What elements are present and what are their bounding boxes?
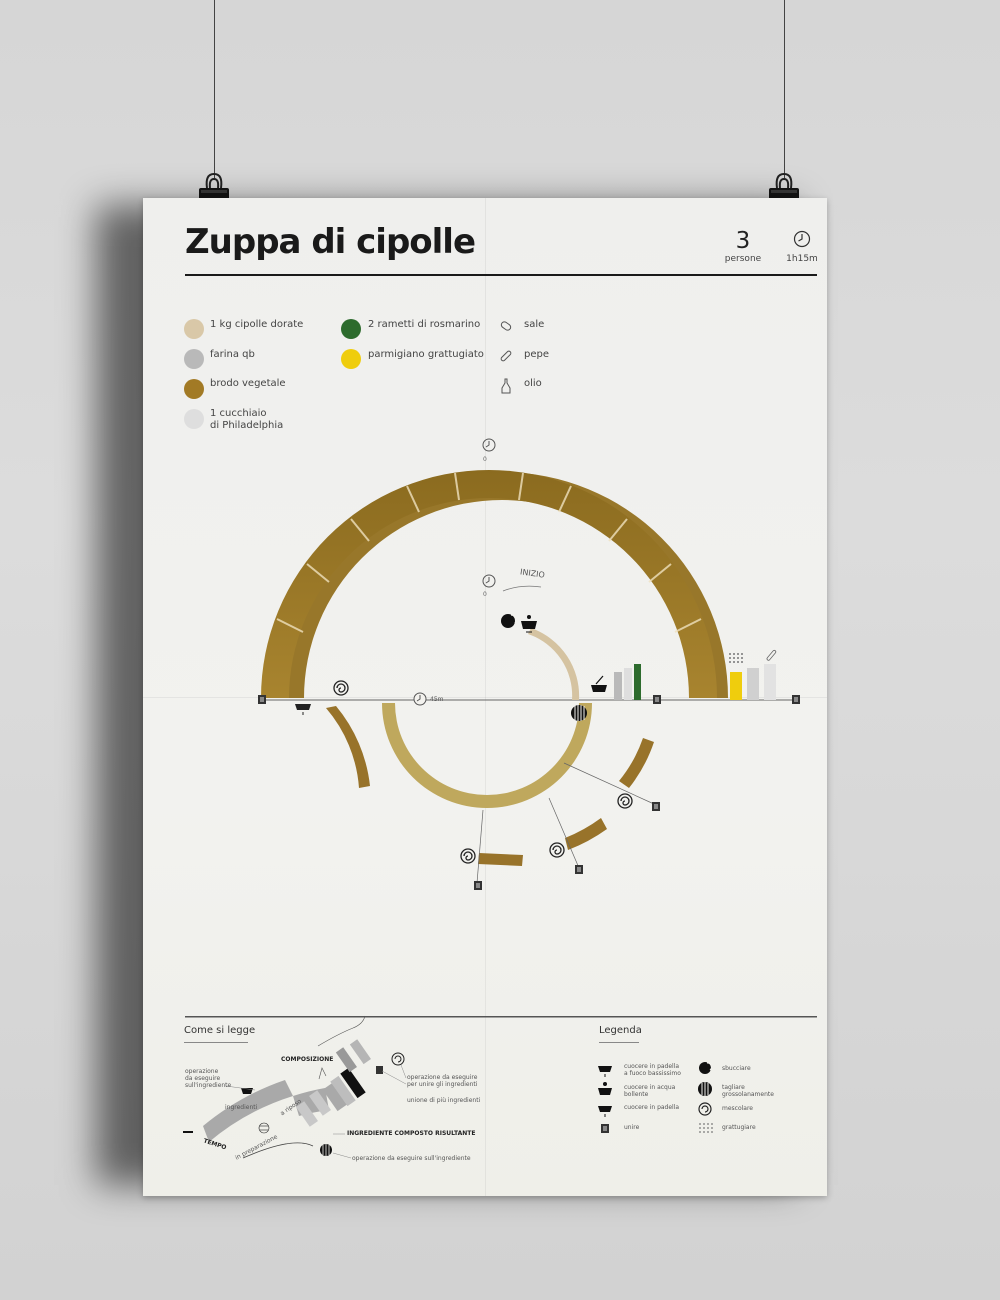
parmesan-bar — [730, 672, 742, 700]
join-icon — [575, 865, 583, 874]
stir-icon — [617, 793, 633, 809]
peel-icon — [501, 614, 517, 628]
stir-icon — [333, 680, 349, 696]
start-clock-icon — [482, 574, 496, 588]
join-icon — [653, 695, 661, 704]
recipe-timeline-diagram — [183, 438, 817, 1159]
how-to-read-underline — [184, 1042, 248, 1043]
join-icon — [474, 881, 482, 890]
legend-label: cuocere in padella — [624, 1104, 680, 1111]
soup-ring — [382, 703, 592, 808]
how-to-read-title: Come si legge — [184, 1025, 256, 1036]
legend-label: tagliare — [722, 1084, 745, 1091]
composition-label: COMPOSIZIONE — [281, 1056, 334, 1063]
flour-bar — [614, 672, 622, 700]
join-icon — [792, 695, 800, 704]
chop-icon — [698, 1082, 712, 1096]
legend-label: sbucciare — [722, 1065, 751, 1072]
stir-icon — [549, 842, 565, 858]
boiling-pot-icon — [598, 1082, 612, 1095]
mid-time-label: 45m — [430, 696, 444, 703]
join-icon — [601, 1124, 609, 1133]
peel-icon — [699, 1062, 712, 1074]
clock-icon-45m — [413, 692, 427, 706]
result-ingredient-label: INGREDIENTE COMPOSTO RISULTANTE — [347, 1130, 476, 1137]
grate-icon — [699, 1123, 713, 1133]
join-icon — [258, 695, 266, 704]
pepper-bar — [764, 664, 776, 700]
stir-icon — [698, 1102, 712, 1116]
top-clock-icon — [482, 438, 496, 452]
op-ingredient-bottom: operazione da eseguire sull'ingrediente — [352, 1155, 471, 1162]
legend-label: bollente — [624, 1091, 649, 1098]
inizio-arrow — [502, 585, 542, 592]
start-time-label: 0 — [483, 591, 487, 598]
union-label: unione di più ingredienti — [407, 1097, 481, 1104]
ingredients-label: ingredienti — [225, 1104, 258, 1111]
op-join-line2: per unire gli ingredienti — [407, 1081, 478, 1088]
legend-label: a fuoco bassissimo — [624, 1070, 681, 1077]
hanging-wire-right — [784, 0, 785, 178]
op-ingredient-line1: operazione — [185, 1068, 219, 1075]
legend-label: cuocere in acqua — [624, 1084, 676, 1091]
legend-title: Legenda — [599, 1025, 642, 1036]
footer-rule — [185, 1016, 817, 1018]
philadelphia-bar — [624, 668, 632, 700]
op-ingredient-line3: sull'ingrediente — [185, 1082, 232, 1089]
legend-label: grattugiare — [722, 1124, 756, 1131]
stir-icon — [460, 848, 476, 864]
onion-arc — [528, 628, 580, 700]
grate-icon — [729, 653, 743, 663]
salt-bar — [747, 668, 759, 700]
broth-small-arc-left — [326, 706, 370, 788]
rosemary-bar — [634, 664, 641, 700]
legend-label: cuocere in padella — [624, 1063, 680, 1070]
chop-icon — [571, 705, 587, 721]
hanging-wire-left — [214, 0, 215, 178]
pan-low-heat-icon — [295, 704, 311, 715]
pan-low-heat-icon — [598, 1066, 612, 1077]
top-time-label: 0 — [483, 456, 487, 463]
op-join-line1: operazione da eseguire — [407, 1074, 478, 1081]
broth-small-arc — [478, 853, 523, 866]
recipe-poster: Zuppa di cipolle 3 persone 1h15m 1 kg ci… — [143, 198, 827, 1196]
broth-small-arc — [565, 818, 607, 850]
broth-small-arc — [619, 738, 654, 788]
pan-icon — [591, 675, 607, 692]
legend-label: unire — [624, 1124, 640, 1131]
legend-underline — [599, 1042, 639, 1043]
legend-label: mescolare — [722, 1105, 754, 1112]
legend-label: grossolanamente — [722, 1091, 774, 1098]
pepper-icon — [766, 649, 777, 661]
op-ingredient-line2: da eseguire — [185, 1075, 221, 1082]
pan-icon — [598, 1106, 612, 1117]
join-icon — [652, 802, 660, 811]
